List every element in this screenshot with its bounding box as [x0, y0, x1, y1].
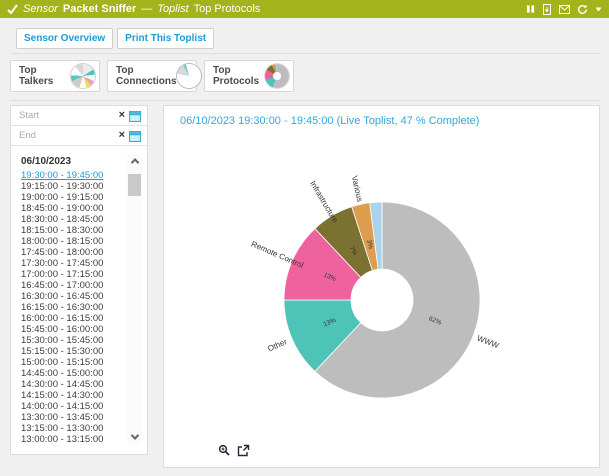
time-range-item[interactable]: 19:30:00 - 19:45:00 — [21, 170, 123, 181]
separator-dash: — — [141, 3, 152, 15]
card-label: Top Protocols — [213, 65, 265, 87]
time-range-item[interactable]: 18:15:00 - 18:30:00 — [21, 225, 123, 236]
time-range-item[interactable]: 17:45:00 - 18:00:00 — [21, 247, 123, 258]
time-range-item[interactable]: 15:15:00 - 15:30:00 — [21, 346, 123, 357]
time-range-item[interactable]: 15:00:00 - 15:15:00 — [21, 357, 123, 368]
time-range-item[interactable]: 13:00:00 - 13:15:00 — [21, 434, 123, 445]
prtg-toplist-screen: Sensor Packet Sniffer — Toplist Top Prot… — [0, 0, 609, 476]
segment-category-label: Various — [350, 175, 365, 203]
time-range-item[interactable]: 16:00:00 - 16:15:00 — [21, 313, 123, 324]
sensor-kind-label: Sensor — [23, 3, 58, 15]
time-range-item[interactable]: 16:45:00 - 17:00:00 — [21, 280, 123, 291]
time-range-item[interactable]: 19:00:00 - 19:15:00 — [21, 192, 123, 203]
segment-category-label: Other — [266, 337, 288, 353]
pause-icon[interactable] — [526, 4, 535, 14]
time-range-item[interactable]: 15:45:00 - 16:00:00 — [21, 324, 123, 335]
calendar-icon[interactable] — [129, 130, 141, 142]
scrollbar[interactable] — [127, 154, 142, 444]
sensor-name[interactable]: Packet Sniffer — [63, 3, 136, 15]
scroll-down-arrow[interactable] — [127, 430, 142, 444]
calendar-icon[interactable] — [129, 110, 141, 122]
pie-chart-icon — [265, 64, 289, 88]
segment-category-label: Infrastructure — [308, 179, 340, 225]
time-range-item[interactable]: 14:00:00 - 14:15:00 — [21, 401, 123, 412]
open-external-icon[interactable] — [237, 444, 250, 457]
clear-icon[interactable]: × — [119, 110, 125, 121]
page-title: Top Protocols — [194, 3, 261, 15]
page-header: Sensor Packet Sniffer — Toplist Top Prot… — [0, 0, 609, 18]
check-icon — [7, 4, 18, 15]
end-date-input[interactable] — [19, 130, 115, 141]
time-range-item[interactable]: 15:30:00 - 15:45:00 — [21, 335, 123, 346]
report-icon[interactable] — [542, 4, 552, 15]
refresh-icon[interactable] — [577, 4, 588, 15]
time-range-item[interactable]: 13:30:00 - 13:45:00 — [21, 412, 123, 423]
protocols-donut-chart: 62%WWW13%Other13%Remote Control7%Infrast… — [164, 128, 599, 458]
time-range-item[interactable]: 18:30:00 - 18:45:00 — [21, 214, 123, 225]
card-label: Top Connections — [116, 65, 177, 87]
pie-chart-icon — [71, 64, 95, 88]
scroll-up-arrow[interactable] — [127, 154, 142, 168]
chart-action-icons — [218, 444, 250, 457]
dropdown-caret-icon[interactable] — [595, 7, 602, 12]
time-range-item[interactable]: 13:15:00 - 13:30:00 — [21, 423, 123, 434]
time-range-item[interactable]: 17:30:00 - 17:45:00 — [21, 258, 123, 269]
pie-chart-icon — [177, 64, 201, 88]
start-date-field: × — [11, 106, 147, 126]
toplist-cards: Top Talkers Top Connections Top Protocol… — [10, 60, 294, 92]
timerange-list: 19:30:00 - 19:45:00 19:15:00 - 19:30:00 … — [11, 170, 123, 445]
scroll-thumb[interactable] — [128, 174, 141, 196]
time-range-item[interactable]: 14:30:00 - 14:45:00 — [21, 379, 123, 390]
segment-category-label: WWW — [476, 334, 501, 351]
start-date-input[interactable] — [19, 110, 115, 121]
chart-title: 06/10/2023 19:30:00 - 19:45:00 (Live Top… — [180, 115, 479, 127]
section-label: Toplist — [157, 3, 188, 15]
time-range-item[interactable]: 18:45:00 - 19:00:00 — [21, 203, 123, 214]
card-top-talkers[interactable]: Top Talkers — [10, 60, 100, 92]
card-top-protocols[interactable]: Top Protocols — [204, 60, 294, 92]
time-range-item[interactable]: 16:15:00 - 16:30:00 — [21, 302, 123, 313]
print-toplist-button[interactable]: Print This Toplist — [117, 28, 214, 49]
sensor-overview-button[interactable]: Sensor Overview — [16, 28, 113, 49]
time-range-item[interactable]: 14:15:00 - 14:30:00 — [21, 390, 123, 401]
time-range-item[interactable]: 14:45:00 - 15:00:00 — [21, 368, 123, 379]
card-top-connections[interactable]: Top Connections — [107, 60, 197, 92]
clear-icon[interactable]: × — [119, 130, 125, 141]
toplist-chart-panel: 06/10/2023 19:30:00 - 19:45:00 (Live Top… — [163, 105, 600, 468]
zoom-icon[interactable] — [218, 444, 231, 457]
email-icon[interactable] — [559, 5, 570, 14]
timerange-panel: × × 06/10/2023 19:30:00 - 19:45:00 19:15… — [10, 105, 148, 455]
divider — [10, 53, 600, 54]
time-range-item[interactable]: 18:00:00 - 18:15:00 — [21, 236, 123, 247]
toolbar: Sensor Overview Print This Toplist — [16, 28, 214, 49]
time-range-item[interactable]: 17:00:00 - 17:15:00 — [21, 269, 123, 280]
card-label: Top Talkers — [19, 65, 71, 87]
time-range-item[interactable]: 19:15:00 - 19:30:00 — [21, 181, 123, 192]
end-date-field: × — [11, 126, 147, 146]
header-icon-group — [526, 4, 602, 15]
divider — [10, 100, 600, 101]
time-range-item[interactable]: 16:30:00 - 16:45:00 — [21, 291, 123, 302]
timerange-list-area: 06/10/2023 19:30:00 - 19:45:00 19:15:00 … — [11, 152, 147, 454]
